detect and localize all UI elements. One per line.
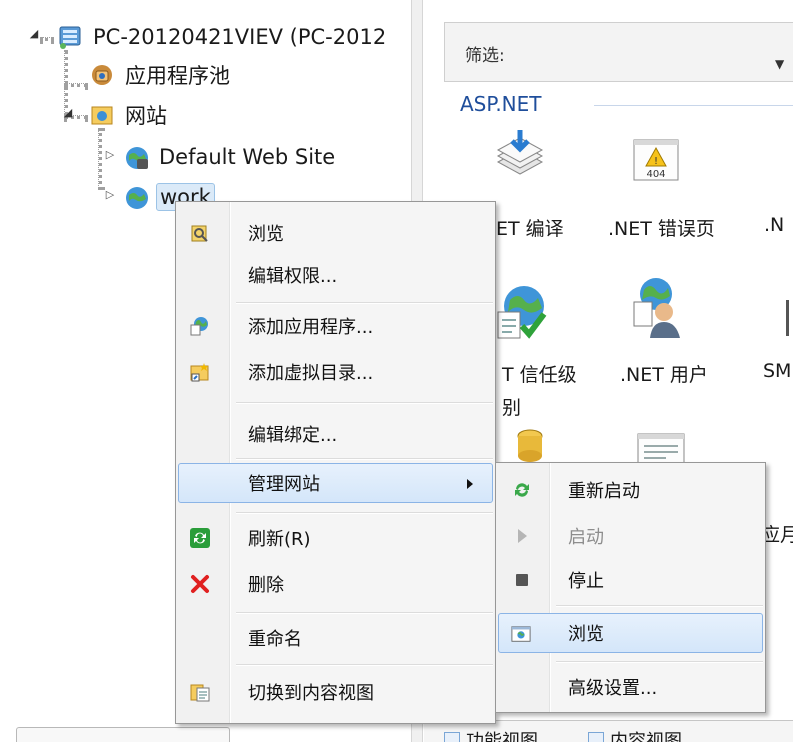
tree-label-default-site: Default Web Site	[159, 145, 336, 169]
menu-separator	[236, 302, 493, 304]
submenu-arrow-icon	[467, 479, 473, 489]
content-view-icon	[190, 682, 210, 702]
menu-label-add-virtual-directory: 添加虚拟目录...	[248, 363, 374, 384]
tree-label-server: PC-20120421VIEV (PC-2012	[93, 25, 387, 49]
feature-label-users[interactable]: .NET 用户	[620, 360, 708, 387]
menu-item-edit-permissions[interactable]: 编辑权限...	[178, 255, 493, 295]
menu-separator	[556, 661, 763, 663]
menu-label-edit-bindings: 编辑绑定...	[248, 425, 338, 446]
start-icon	[512, 526, 532, 546]
svg-text:!: !	[654, 156, 658, 167]
add-application-icon	[190, 316, 210, 336]
group-title-aspnet: ASP.NET	[460, 92, 542, 116]
manage-website-submenu: 重新启动 启动 停止 浏览 高级设置...	[495, 462, 766, 713]
browse-icon	[190, 223, 210, 243]
submenu-item-browse[interactable]: 浏览	[498, 613, 763, 653]
feature-label-partial[interactable]: SM	[763, 360, 791, 382]
submenu-item-restart[interactable]: 重新启动	[498, 470, 763, 510]
menu-item-delete[interactable]: 删除	[178, 564, 493, 604]
submenu-item-advanced-settings[interactable]: 高级设置...	[498, 667, 763, 707]
sites-folder-icon	[90, 103, 114, 127]
submenu-label-restart: 重新启动	[568, 481, 640, 502]
add-virtual-directory-icon	[190, 362, 210, 382]
menu-label-browse: 浏览	[248, 224, 284, 245]
feature-label-compile[interactable]: ET 编译	[496, 214, 564, 241]
feature-label-trust-level-line2[interactable]: 别	[502, 393, 521, 420]
tree-scroll-area	[16, 727, 230, 742]
filter-bar: 筛选: ▼	[444, 22, 793, 82]
browse-site-icon	[511, 624, 531, 644]
tree-node-default-site[interactable]: Default Web Site	[124, 142, 338, 172]
trust-level-icon[interactable]	[492, 282, 552, 346]
submenu-label-advanced-settings: 高级设置...	[568, 678, 658, 699]
collapse-arrow-icon[interactable]: ▷	[104, 188, 116, 201]
tree-node-app-pools[interactable]: 应用程序池	[90, 60, 233, 90]
menu-label-rename: 重命名	[248, 629, 302, 650]
menu-item-edit-bindings[interactable]: 编辑绑定...	[178, 414, 493, 454]
restart-icon	[512, 480, 532, 500]
submenu-label-browse: 浏览	[568, 624, 604, 645]
feature-label-partial[interactable]: .N	[764, 214, 784, 236]
menu-label-switch-content-view: 切换到内容视图	[248, 683, 374, 704]
menu-label-delete: 删除	[248, 575, 284, 596]
menu-separator	[556, 605, 763, 607]
menu-separator	[236, 402, 493, 404]
tab-content-view[interactable]: 内容视图	[588, 727, 682, 742]
tree-node-sites[interactable]: 网站	[90, 100, 170, 130]
tab-content-view-label: 内容视图	[610, 731, 682, 742]
submenu-label-start: 启动	[568, 527, 604, 548]
menu-item-browse[interactable]: 浏览	[178, 213, 493, 253]
app-pool-icon	[90, 63, 114, 87]
delete-icon	[190, 574, 210, 594]
tree-label-sites: 网站	[125, 104, 167, 128]
partial-icon[interactable]	[786, 300, 789, 336]
menu-item-manage-website[interactable]: 管理网站	[178, 463, 493, 503]
group-divider	[594, 105, 793, 106]
tree-connector	[64, 83, 88, 87]
submenu-item-start[interactable]: 启动	[498, 516, 763, 556]
menu-label-refresh: 刷新(R)	[248, 529, 311, 550]
context-menu: 浏览 编辑权限... 添加应用程序... 添加虚拟目录... 编辑绑定... 管…	[175, 201, 496, 724]
menu-separator	[236, 458, 493, 460]
svg-text:404: 404	[646, 169, 665, 180]
filter-dropdown-arrow-icon[interactable]: ▼	[775, 57, 784, 71]
tree-connector	[98, 128, 102, 190]
menu-item-add-virtual-directory[interactable]: 添加虚拟目录...	[178, 352, 493, 392]
tab-features-view[interactable]: 功能视图	[444, 727, 538, 742]
menu-item-refresh[interactable]: 刷新(R)	[178, 518, 493, 558]
tree-label-app-pools: 应用程序池	[125, 64, 230, 88]
tree-connector	[40, 37, 54, 41]
refresh-icon	[190, 528, 210, 548]
menu-label-edit-permissions: 编辑权限...	[248, 266, 338, 287]
tree-node-server[interactable]: PC-20120421VIEV (PC-2012	[58, 22, 389, 52]
feature-label-trust-level[interactable]: T 信任级	[502, 360, 577, 387]
tab-features-view-label: 功能视图	[466, 731, 538, 742]
menu-label-manage-website: 管理网站	[248, 474, 320, 495]
server-icon	[58, 25, 82, 49]
submenu-label-stop: 停止	[568, 571, 604, 592]
stop-icon	[512, 570, 532, 590]
website-globe-icon	[124, 145, 148, 169]
menu-separator	[236, 612, 493, 614]
submenu-item-stop[interactable]: 停止	[498, 560, 763, 600]
filter-label: 筛选:	[465, 46, 505, 66]
menu-item-add-application[interactable]: 添加应用程序...	[178, 306, 493, 346]
menu-item-switch-content-view[interactable]: 切换到内容视图	[178, 672, 493, 712]
menu-separator	[236, 512, 493, 514]
menu-item-rename[interactable]: 重命名	[178, 618, 493, 658]
menu-label-add-application: 添加应用程序...	[248, 317, 374, 338]
compile-icon[interactable]	[492, 128, 548, 188]
menu-separator	[236, 664, 493, 666]
collapse-arrow-icon[interactable]: ▷	[104, 148, 116, 161]
website-globe-icon	[124, 185, 148, 209]
expand-arrow-icon[interactable]: ◢	[62, 106, 74, 119]
expand-arrow-icon[interactable]: ◢	[28, 27, 40, 40]
features-view-icon	[444, 732, 460, 742]
users-icon[interactable]	[626, 276, 684, 342]
error-page-404-icon[interactable]: ! 404	[632, 138, 680, 186]
feature-label-error-pages[interactable]: .NET 错误页	[608, 214, 715, 241]
content-view-icon	[588, 732, 604, 742]
